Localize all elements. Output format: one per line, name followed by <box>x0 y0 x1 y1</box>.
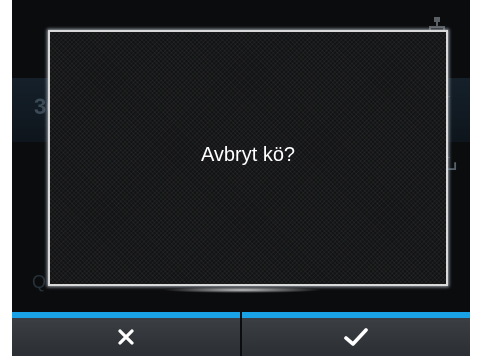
confirm-dialog: Avbryt kö? <box>48 30 448 286</box>
close-icon <box>118 329 134 345</box>
background-number-bottom: Q <box>32 272 47 292</box>
dialog-message: Avbryt kö? <box>200 144 296 166</box>
checkmark-icon <box>344 328 368 346</box>
confirm-button[interactable] <box>242 312 470 356</box>
printer-screen: 30 Q ↵ Avbryt kö? <box>12 0 470 356</box>
button-bar <box>12 312 470 356</box>
dialog-glow <box>162 287 322 293</box>
cancel-button[interactable] <box>12 312 240 356</box>
